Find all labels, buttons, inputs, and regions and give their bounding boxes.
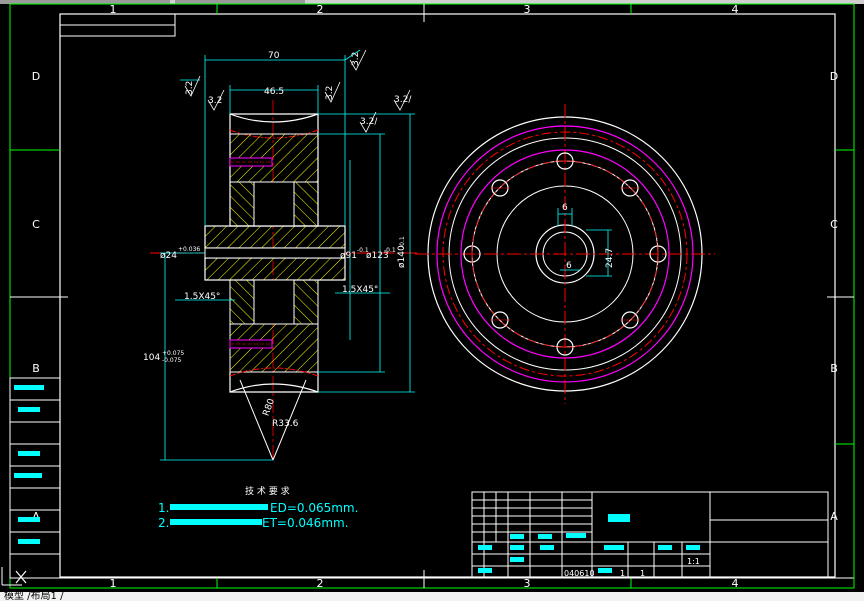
layout-tabs-bar[interactable]: 模型 /布局1 / — [0, 592, 864, 601]
zone-row-b-right: B — [830, 362, 838, 375]
drawing-canvas[interactable]: 1 2 3 4 1 2 3 4 D C B A D C B A 70 46.5 … — [0, 0, 864, 592]
dim-chamfer-right: 1.5X45° — [342, 285, 378, 295]
notes-line2-num: 2. — [158, 516, 169, 530]
left-revision-labels — [14, 385, 44, 544]
section-lower-body — [229, 279, 319, 393]
dim-104-tol-dn: -0.075 — [162, 357, 182, 364]
notes-line1-value: ED=0.065mm. — [270, 501, 358, 515]
dim-70: 70 — [268, 51, 280, 61]
rough-top: 3.2 — [351, 52, 361, 66]
dim-r80: R80 — [262, 397, 278, 417]
dim-keyway-6: 6 — [562, 203, 568, 213]
zone-col-3-top: 3 — [524, 3, 531, 16]
notes-line2-value: ET=0.046mm. — [262, 516, 349, 530]
title-block-code: 040610 — [564, 569, 595, 578]
rough-rim-2: 3.2/ — [394, 95, 412, 105]
zone-col-2-bottom: 2 — [317, 577, 324, 590]
zone-col-4-bottom: 4 — [732, 577, 739, 590]
rough-right: 3.2 — [325, 86, 335, 100]
layout-tabs[interactable]: 模型 /布局1 / — [0, 592, 63, 601]
zone-row-d-right: D — [830, 70, 838, 83]
title-block-count-1: 1 — [620, 569, 625, 578]
zone-row-b-left: B — [32, 362, 40, 375]
dim-104: 104 — [143, 353, 160, 363]
front-view — [415, 104, 715, 404]
dim-46-5: 46.5 — [264, 87, 284, 97]
dim-104-tol-up: +0.075 — [162, 350, 184, 357]
notes-line1-num: 1. — [158, 501, 169, 515]
section-hub — [204, 225, 346, 281]
zone-row-d-left: D — [32, 70, 40, 83]
zone-frame — [9, 3, 855, 589]
dim-chamfer-left: 1.5X45° — [184, 292, 220, 302]
zone-row-c-left: C — [32, 218, 40, 231]
drawing-frame — [59, 13, 836, 578]
dim-keyway-6b: 6 — [566, 261, 572, 271]
title-block-values: 1:1 040610 1 1 — [564, 557, 700, 578]
zone-row-a-right: A — [830, 510, 838, 523]
rough-left: 3.2 — [185, 81, 195, 95]
rough-rim: 3.2/ — [360, 117, 378, 127]
notes-line1-text-block — [170, 504, 268, 510]
dim-dia-140-tol: -0.1 — [399, 236, 406, 248]
notes-line2-text-block — [170, 519, 262, 525]
technical-notes: 技 术 要 求 1. ED=0.065mm. 2. ET=0.046mm. — [158, 485, 358, 530]
rough-inner: 3.2 — [208, 96, 222, 106]
title-block-labels — [478, 514, 700, 573]
zone-col-4-top: 4 — [732, 3, 739, 16]
top-left-block — [59, 13, 176, 37]
dim-keyway-24: 24.7 — [605, 248, 615, 268]
zone-col-3-bottom: 3 — [524, 577, 531, 590]
dim-dia-91: ø91 — [340, 251, 357, 261]
zone-col-2-top: 2 — [317, 3, 324, 16]
zone-row-c-right: C — [830, 218, 838, 231]
section-upper-body — [229, 113, 319, 227]
dim-dia-24-tol: +0.036 — [178, 246, 200, 253]
title-block-count-2: 1 — [640, 569, 645, 578]
title-block — [471, 491, 829, 579]
dim-r33: R33.6 — [272, 419, 299, 429]
title-block-name-block — [608, 514, 630, 522]
dim-dia-123-tol: -0.1 — [384, 247, 396, 254]
ucs-icon — [1, 567, 27, 586]
notes-heading: 技 术 要 求 — [245, 485, 290, 497]
dim-dia-24: ø24 — [160, 251, 177, 261]
zone-col-1-bottom: 1 — [110, 577, 117, 590]
zone-ticks — [10, 4, 854, 588]
title-block-ratio: 1:1 — [687, 557, 700, 566]
